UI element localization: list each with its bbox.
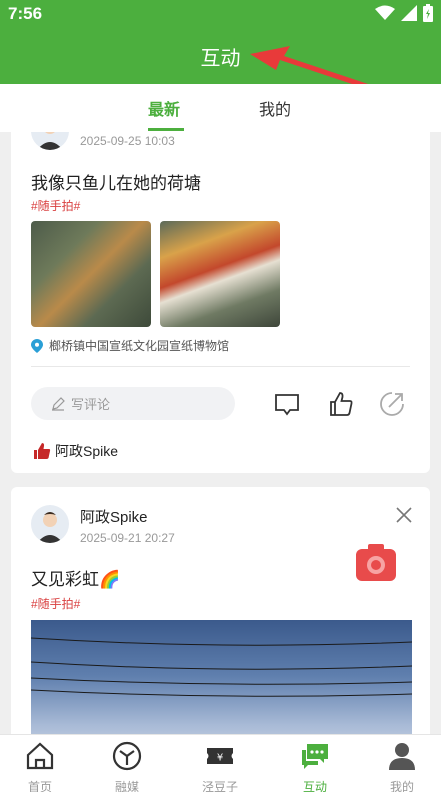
person-avatar-icon	[37, 512, 63, 543]
nav-home[interactable]: 首页	[10, 741, 70, 792]
comment-icon[interactable]	[273, 390, 301, 418]
person-avatar-icon	[37, 132, 63, 150]
cube-icon	[112, 741, 142, 771]
ticket-icon: ¥	[207, 748, 233, 764]
app-header: 7:56 互动	[0, 0, 441, 90]
thumbs-up-filled-icon	[34, 443, 51, 459]
avatar[interactable]	[31, 132, 69, 150]
bottom-nav: 首页 融媒 ¥ 泾豆子 互动 我的	[0, 734, 441, 792]
post-text: 又见彩虹🌈	[31, 570, 121, 589]
chat-icon	[302, 744, 328, 769]
tab-indicator	[148, 128, 184, 131]
avatar[interactable]	[31, 505, 69, 543]
nav-media-label: 融媒	[114, 780, 139, 792]
post-card[interactable]: 阿政Spike 2025-09-21 20:27 又见彩虹🌈 #随手拍#	[11, 487, 430, 747]
post-photo[interactable]	[160, 221, 280, 327]
divider	[31, 366, 410, 367]
system-icons	[375, 4, 433, 22]
post-date: 2025-09-21 20:27	[80, 531, 175, 545]
tab-latest[interactable]: 最新	[148, 96, 180, 120]
post-tag[interactable]: #随手拍#	[31, 595, 80, 612]
status-time: 7:56	[8, 4, 43, 23]
post-text: 我像只鱼儿在她的荷塘	[31, 174, 201, 193]
nav-mine-label: 我的	[389, 780, 414, 792]
nav-interact-label: 互动	[302, 780, 327, 792]
post-location[interactable]: 榔桥镇中国宣纸文化园宣纸博物馆	[31, 337, 229, 354]
liked-by: 阿政Spike	[33, 441, 118, 461]
nav-beans[interactable]: ¥ 泾豆子	[190, 741, 250, 792]
signal-icon	[401, 5, 417, 21]
home-icon	[26, 742, 54, 770]
liked-by-name[interactable]: 阿政Spike	[55, 441, 118, 461]
share-icon[interactable]	[378, 390, 406, 418]
thumbs-up-icon[interactable]	[327, 390, 355, 418]
battery-icon	[423, 4, 433, 22]
svg-text:¥: ¥	[217, 753, 223, 764]
post-date: 2025-09-25 10:03	[80, 134, 175, 148]
wifi-icon	[375, 5, 395, 20]
nav-media[interactable]: 融媒	[97, 741, 157, 792]
camera-button[interactable]	[355, 543, 397, 583]
nav-home-label: 首页	[27, 780, 52, 792]
location-pin-icon	[31, 338, 43, 353]
pencil-icon	[52, 396, 65, 411]
post-card[interactable]: 2025-09-25 10:03 我像只鱼儿在她的荷塘 #随手拍# 榔桥镇中国宣…	[11, 132, 430, 473]
tab-bar: 最新 我的	[0, 84, 441, 132]
nav-interact[interactable]: 互动	[285, 741, 345, 792]
comment-placeholder: 写评论	[71, 397, 111, 412]
annotation-arrow-icon	[250, 46, 374, 90]
power-lines-image	[30, 637, 413, 697]
nav-beans-label: 泾豆子	[201, 780, 238, 792]
comment-input[interactable]: 写评论	[31, 387, 235, 420]
close-icon[interactable]	[396, 507, 412, 523]
nav-mine[interactable]: 我的	[372, 741, 432, 792]
post-photo[interactable]	[31, 221, 151, 327]
location-label: 榔桥镇中国宣纸文化园宣纸博物馆	[49, 339, 230, 353]
post-tag[interactable]: #随手拍#	[31, 197, 80, 214]
post-photo[interactable]	[30, 620, 413, 747]
status-bar: 7:56	[0, 0, 441, 28]
person-icon	[389, 743, 415, 770]
tab-mine[interactable]: 我的	[259, 96, 291, 120]
post-author[interactable]: 阿政Spike	[80, 506, 148, 527]
